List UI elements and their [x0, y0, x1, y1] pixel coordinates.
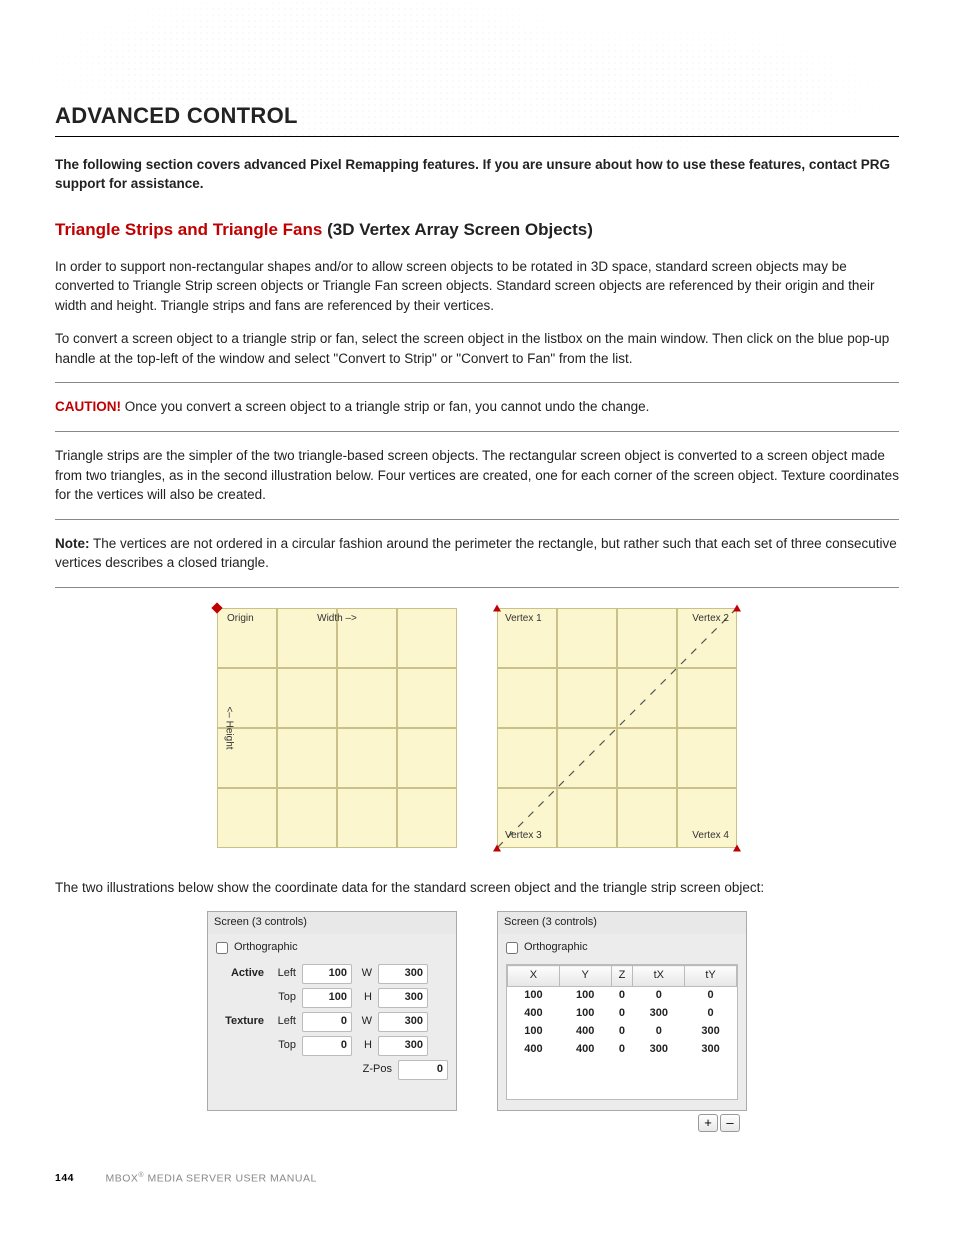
vertex-table-wrap: X Y Z tX tY 100 100 0 0 0 — [506, 964, 738, 1100]
diagram-row-1: Origin Width –> <– Height Vertex 1 Verte… — [55, 608, 899, 848]
orthographic-label: Orthographic — [234, 940, 298, 956]
orthographic-label: Orthographic — [524, 940, 588, 956]
orthographic-checkbox-input[interactable] — [216, 942, 228, 954]
diagram-grid — [217, 608, 457, 848]
top-label: Top — [270, 1038, 298, 1054]
vertex-3-marker — [493, 844, 501, 851]
zpos-label: Z-Pos — [363, 1062, 392, 1078]
table-row[interactable]: 400 100 0 300 0 — [508, 1005, 737, 1023]
intro-paragraph: The following section covers advanced Pi… — [55, 155, 899, 194]
col-ty[interactable]: tY — [685, 966, 737, 987]
diagram-standard-object: Origin Width –> <– Height — [217, 608, 457, 848]
footer-text-b: MEDIA SERVER USER MANUAL — [144, 1172, 317, 1184]
h-label: H — [356, 1038, 374, 1054]
table-row[interactable]: 100 100 0 0 0 — [508, 987, 737, 1005]
diagram-grid — [497, 608, 737, 848]
coord-grid: Active Left 100 W 300 Top 100 H 300 Text… — [216, 964, 448, 1056]
page-number: 144 — [55, 1172, 74, 1184]
subheading-rest: (3D Vertex Array Screen Objects) — [327, 220, 593, 239]
footer-text-a: MBOX — [105, 1172, 138, 1184]
body-p2: To convert a screen object to a triangle… — [55, 329, 899, 368]
panel-row: Screen (3 controls) Orthographic Active … — [55, 911, 899, 1111]
subheading: Triangle Strips and Triangle Fans (3D Ve… — [55, 218, 899, 243]
vertex-1-label: Vertex 1 — [505, 612, 542, 627]
remove-row-button[interactable]: – — [720, 1114, 740, 1132]
active-top-field[interactable]: 100 — [302, 988, 352, 1008]
orthographic-checkbox[interactable]: Orthographic — [216, 940, 448, 956]
page-footer: 144 MBOX® MEDIA SERVER USER MANUAL — [55, 1171, 899, 1187]
note-line: Note: The vertices are not ordered in a … — [55, 534, 899, 573]
body-p3: Triangle strips are the simpler of the t… — [55, 446, 899, 505]
height-label: <– Height — [221, 706, 236, 749]
orthographic-checkbox[interactable]: Orthographic — [506, 940, 738, 956]
row-active-label: Active — [216, 966, 266, 982]
note-text: The vertices are not ordered in a circul… — [55, 536, 897, 571]
body-p1: In order to support non-rectangular shap… — [55, 257, 899, 316]
vertex-4-marker — [733, 844, 741, 851]
add-row-button[interactable]: + — [698, 1114, 718, 1132]
h-label: H — [356, 990, 374, 1006]
texture-left-field[interactable]: 0 — [302, 1012, 352, 1032]
rule — [55, 587, 899, 588]
caution-label: CAUTION! — [55, 399, 121, 414]
rule — [55, 431, 899, 432]
col-x[interactable]: X — [508, 966, 560, 987]
rule — [55, 519, 899, 520]
col-tx[interactable]: tX — [633, 966, 685, 987]
origin-label: Origin — [227, 612, 254, 627]
note-label: Note: — [55, 536, 90, 551]
left-label: Left — [270, 966, 298, 982]
panel-title: Screen (3 controls) — [208, 911, 456, 934]
vertex-4-label: Vertex 4 — [692, 829, 729, 844]
rule — [55, 382, 899, 383]
panel-standard-coords: Screen (3 controls) Orthographic Active … — [207, 911, 457, 1111]
vertex-1-marker — [493, 604, 501, 611]
panel-vertex-table: Screen (3 controls) Orthographic X Y Z t… — [497, 911, 747, 1111]
diagram-triangle-strip: Vertex 1 Vertex 2 Vertex 3 Vertex 4 — [497, 608, 737, 848]
col-z[interactable]: Z — [611, 966, 633, 987]
active-left-field[interactable]: 100 — [302, 964, 352, 984]
body-p4: The two illustrations below show the coo… — [55, 878, 899, 898]
vertex-3-label: Vertex 3 — [505, 829, 542, 844]
vertex-2-marker — [733, 604, 741, 611]
row-texture-label: Texture — [216, 1014, 266, 1030]
top-label: Top — [270, 990, 298, 1006]
page-heading: ADVANCED CONTROL — [55, 100, 899, 137]
subheading-red: Triangle Strips and Triangle Fans — [55, 220, 322, 239]
active-h-field[interactable]: 300 — [378, 988, 428, 1008]
zpos-field[interactable]: 0 — [398, 1060, 448, 1080]
col-y[interactable]: Y — [559, 966, 611, 987]
table-row[interactable]: 100 400 0 0 300 — [508, 1023, 737, 1041]
caution-text: Once you convert a screen object to a tr… — [125, 399, 650, 414]
left-label: Left — [270, 1014, 298, 1030]
texture-top-field[interactable]: 0 — [302, 1036, 352, 1056]
active-w-field[interactable]: 300 — [378, 964, 428, 984]
panel-title: Screen (3 controls) — [498, 911, 746, 934]
vertex-2-label: Vertex 2 — [692, 612, 729, 627]
texture-h-field[interactable]: 300 — [378, 1036, 428, 1056]
w-label: W — [356, 1014, 374, 1030]
width-label: Width –> — [317, 612, 357, 627]
texture-w-field[interactable]: 300 — [378, 1012, 428, 1032]
vertex-table: X Y Z tX tY 100 100 0 0 0 — [507, 965, 737, 1059]
w-label: W — [356, 966, 374, 982]
add-remove-buttons: + – — [698, 1114, 740, 1132]
caution-line: CAUTION! Once you convert a screen objec… — [55, 397, 899, 417]
orthographic-checkbox-input[interactable] — [506, 942, 518, 954]
table-row[interactable]: 400 400 0 300 300 — [508, 1041, 737, 1059]
